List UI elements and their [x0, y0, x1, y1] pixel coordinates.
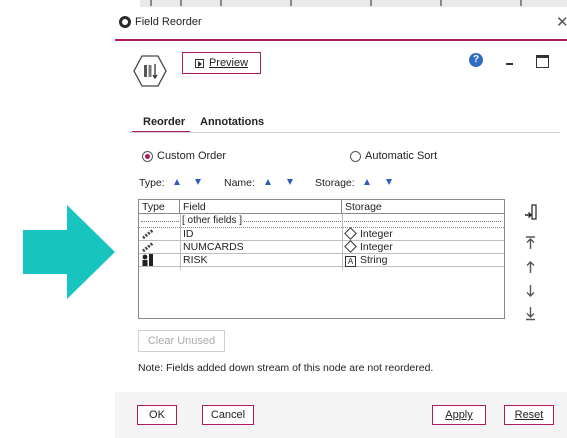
sort-type-descending-icon[interactable] — [195, 179, 201, 185]
field-name: NUMCARDS — [183, 241, 244, 253]
diamond-icon — [344, 227, 357, 240]
table-row[interactable]: RISK A String — [139, 254, 504, 267]
storage-cell: A String — [343, 254, 387, 267]
column-header-field[interactable]: Field — [180, 200, 342, 214]
tab-annotations[interactable]: Annotations — [200, 116, 264, 128]
tabs-divider — [130, 132, 560, 133]
table-row[interactable]: ID Integer — [139, 227, 504, 241]
sort-type-ascending-icon[interactable] — [174, 179, 180, 185]
sort-storage-label: Storage: — [315, 177, 355, 189]
cancel-button[interactable]: Cancel — [202, 405, 254, 425]
move-to-bottom-icon[interactable] — [524, 305, 537, 321]
window-title: Field Reorder — [135, 16, 202, 28]
continuous-icon — [141, 228, 177, 241]
maximize-icon[interactable] — [536, 55, 549, 68]
sort-type-label: Type: — [139, 177, 165, 189]
close-icon[interactable]: ✕ — [556, 13, 567, 31]
move-down-icon[interactable] — [524, 283, 537, 299]
storage-value: Integer — [360, 241, 393, 253]
move-to-top-icon[interactable] — [524, 235, 537, 251]
button-bar — [115, 392, 567, 438]
column-header-type[interactable]: Type — [139, 200, 180, 214]
diamond-icon — [344, 240, 357, 253]
text-a-icon: A — [345, 256, 356, 267]
play-icon — [194, 58, 204, 68]
storage-cell: Integer — [343, 240, 393, 254]
storage-value: Integer — [360, 228, 393, 240]
sort-storage-descending-icon[interactable] — [386, 179, 392, 185]
preview-label: Preview — [208, 57, 249, 69]
move-selected-to-end-icon[interactable] — [524, 204, 537, 220]
pointer-arrow-icon — [23, 205, 115, 299]
background-toolbar-strip — [140, 0, 567, 7]
field-order-table[interactable]: Type Field Storage [ other fields ] ID I… — [138, 199, 505, 319]
title-bar: Field Reorder ✕ — [115, 7, 567, 41]
reset-button[interactable]: Reset — [504, 405, 554, 425]
reorder-note: Note: Fields added down stream of this n… — [138, 362, 434, 374]
custom-order-label: Custom Order — [157, 150, 227, 162]
sort-name-label: Name: — [224, 177, 255, 189]
other-fields-row[interactable]: [ other fields ] — [139, 215, 504, 228]
clear-unused-button[interactable]: Clear Unused — [138, 330, 225, 352]
sort-storage-ascending-icon[interactable] — [364, 179, 370, 185]
custom-order-radio[interactable] — [142, 151, 153, 162]
sort-name-ascending-icon[interactable] — [265, 179, 271, 185]
move-up-icon[interactable] — [524, 259, 537, 275]
column-header-storage[interactable]: Storage — [342, 200, 504, 214]
table-row[interactable]: NUMCARDS Integer — [139, 240, 504, 254]
reorder-node-icon — [133, 55, 167, 87]
app-icon — [119, 16, 131, 28]
field-reorder-dialog: Field Reorder ✕ Preview ? Reorder Annota… — [115, 7, 567, 438]
sort-name-descending-icon[interactable] — [287, 179, 293, 185]
preview-button[interactable]: Preview — [182, 52, 261, 74]
automatic-sort-radio[interactable] — [350, 151, 361, 162]
storage-cell: Integer — [343, 227, 393, 241]
apply-button[interactable]: Apply — [432, 405, 486, 425]
field-name: ID — [183, 228, 194, 240]
continuous-icon — [141, 241, 177, 254]
target-icon — [141, 254, 177, 267]
tab-reorder[interactable]: Reorder — [143, 116, 185, 128]
field-name: RISK — [183, 254, 208, 266]
other-fields-label: [ other fields ] — [180, 215, 245, 227]
storage-value: String — [360, 254, 388, 266]
help-icon[interactable]: ? — [469, 53, 483, 67]
automatic-sort-label: Automatic Sort — [365, 150, 438, 162]
ok-button[interactable]: OK — [137, 405, 177, 425]
minimize-icon[interactable] — [506, 63, 513, 65]
